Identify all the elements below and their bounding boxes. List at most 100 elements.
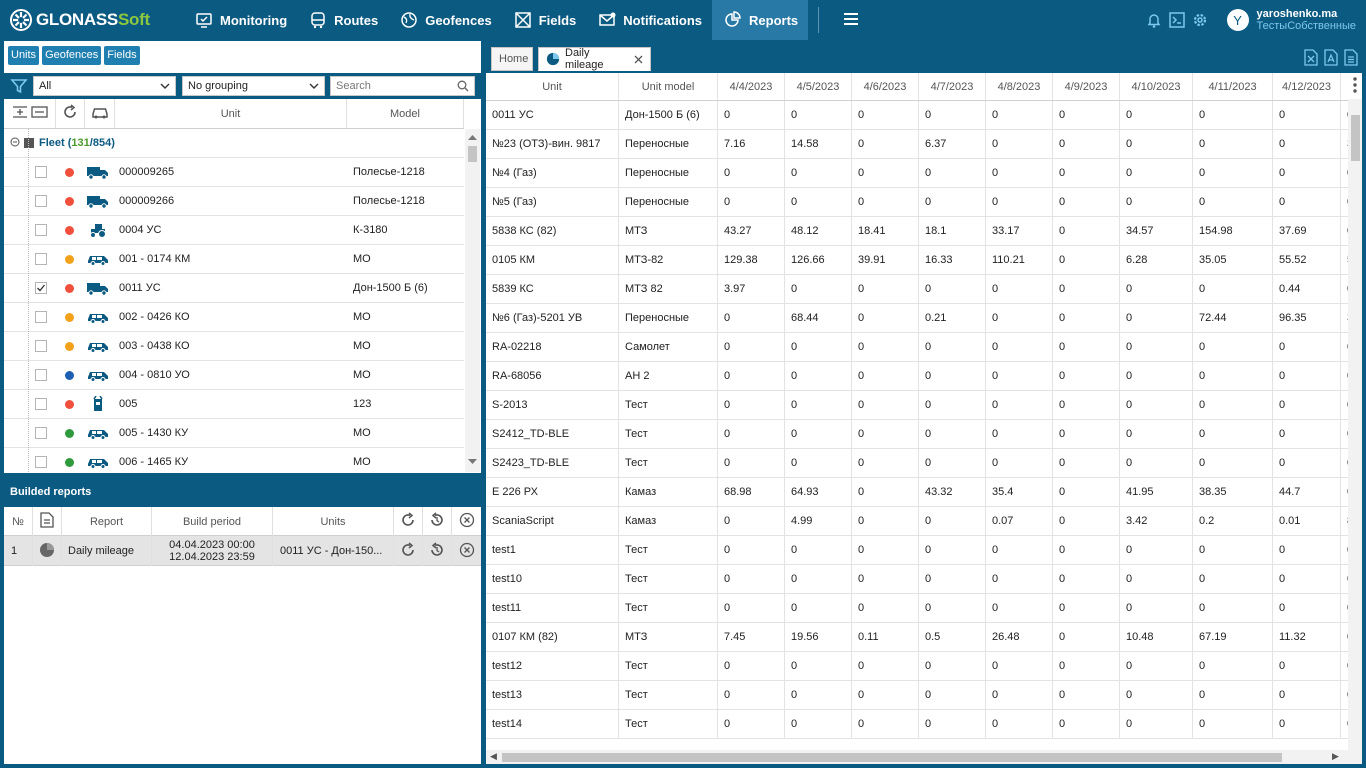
bell-icon[interactable] [1144, 10, 1164, 30]
nav-fields[interactable]: Fields [502, 0, 587, 40]
report-row[interactable]: 0107 КМ (82) МТЗ 7.45 19.56 0.11 0.5 26.48 0 10.… [486, 623, 1348, 652]
menu-button[interactable] [831, 0, 871, 40]
col-date[interactable]: 4/4/2023 [718, 73, 785, 100]
report-row[interactable]: S2412_TD-BLEТест0000000000 [486, 420, 1348, 449]
report-row[interactable]: test11Тест0000000000 [486, 594, 1348, 623]
unit-checkbox[interactable] [35, 224, 47, 236]
report-row[interactable]: 5839 КСМТЗ 823.9700000000.440 [486, 275, 1348, 304]
column-menu-button[interactable] [1348, 73, 1362, 99]
report-vertical-scrollbar[interactable] [1348, 73, 1362, 750]
report-row[interactable]: №5 (Газ)Переносные0000000000 [486, 188, 1348, 217]
document-export-icon[interactable] [1344, 49, 1358, 69]
scrollbar-thumb[interactable] [502, 753, 1282, 762]
collapse-icon[interactable] [10, 137, 20, 150]
unit-checkbox[interactable] [35, 166, 47, 178]
scrollbar-thumb[interactable] [1351, 115, 1360, 161]
excel-icon[interactable] [1304, 49, 1318, 69]
unit-checkbox[interactable] [35, 282, 47, 294]
report-row[interactable]: №6 (Газ)-5201 УВ Переносные 0 68.44 0 0.21 0 0 0… [486, 304, 1348, 333]
unit-checkbox[interactable] [35, 456, 47, 468]
tab-units[interactable]: Units [8, 46, 40, 65]
col-date[interactable]: 4/11/2023 [1193, 73, 1273, 100]
col-unit[interactable]: Unit [115, 99, 347, 128]
unit-row[interactable]: 003 - 0438 КО МО [4, 332, 464, 361]
fleet-partial-checkbox[interactable] [24, 138, 34, 148]
col-unit[interactable]: Unit [486, 73, 619, 100]
filter-icon[interactable] [10, 77, 28, 98]
col-date[interactable]: 4/10/2023 [1120, 73, 1193, 100]
avatar[interactable]: Y [1226, 9, 1249, 31]
nav-monitoring[interactable]: Monitoring [183, 0, 297, 40]
unit-checkbox[interactable] [35, 195, 47, 207]
grouping-select[interactable]: No grouping [182, 76, 325, 96]
report-row[interactable]: 5838 КС (82) МТЗ 43.27 48.12 18.41 18.1 33.17 0… [486, 217, 1348, 246]
fleet-group-row[interactable]: Fleet (131/854) [4, 129, 464, 158]
close-circle-icon[interactable] [459, 542, 475, 561]
report-row[interactable]: S2423_TD-BLEТест0000000000 [486, 449, 1348, 478]
unit-row[interactable]: 001 - 0174 КМ МО [4, 245, 464, 274]
unit-row[interactable]: 005 - 1430 КУ МО [4, 419, 464, 448]
scroll-down-icon[interactable] [468, 456, 477, 468]
report-row[interactable]: RA-68056АН 20000000000 [486, 362, 1348, 391]
col-date[interactable]: 4/5/2023 [785, 73, 852, 100]
expand-collapse-icon[interactable] [11, 103, 49, 124]
user-info[interactable]: yaroshenko.ma ТестыСобственные [1257, 8, 1356, 32]
scroll-left-icon[interactable]: ◀ [490, 751, 497, 762]
unit-checkbox[interactable] [35, 369, 47, 381]
unit-checkbox[interactable] [35, 427, 47, 439]
col-date[interactable]: 4/12/2023 [1273, 73, 1341, 100]
report-row[interactable]: 0105 КМ МТЗ-82 129.38 126.66 39.91 16.33 110.2… [486, 246, 1348, 275]
report-row[interactable]: RA-02218Самолет0000000000 [486, 333, 1348, 362]
history-icon[interactable] [429, 541, 445, 561]
nav-reports[interactable]: Reports [712, 0, 809, 40]
unit-checkbox[interactable] [35, 398, 47, 410]
report-row[interactable]: test13Тест0000000000 [486, 681, 1348, 710]
unit-checkbox[interactable] [35, 340, 47, 352]
tab-home[interactable]: Home [491, 47, 533, 71]
col-date[interactable]: 4/8/2023 [986, 73, 1053, 100]
refresh-icon[interactable] [62, 104, 78, 123]
report-row[interactable]: 0011 УСДон-1500 Б (6)0000000000 [486, 101, 1348, 130]
report-row[interactable]: №23 (ОТЗ)-вин. 9817 Переносные 7.16 14.58 0 6… [486, 130, 1348, 159]
report-row[interactable]: ScaniaScript Камаз 0 4.99 0 0 0.07 0 3.42 0.2 0.01… [486, 507, 1348, 536]
col-date[interactable]: 4/9/2023 [1053, 73, 1120, 100]
builded-report-row[interactable]: 1 Daily mileage 04.04.2023 00:00 12.04.2… [4, 536, 481, 566]
report-row[interactable]: Е 226 РХ Камаз 68.98 64.93 0 43.32 35.4 0 41.95 3… [486, 478, 1348, 507]
unit-checkbox[interactable] [35, 253, 47, 265]
scrollbar-thumb[interactable] [468, 146, 477, 162]
scroll-up-icon[interactable] [468, 131, 477, 143]
col-date[interactable]: 4/6/2023 [852, 73, 919, 100]
col-model[interactable]: Model [347, 99, 464, 128]
report-row[interactable]: S-2013Тест0000000000 [486, 391, 1348, 420]
unit-row[interactable]: 004 - 0810 УО МО [4, 361, 464, 390]
unit-row[interactable]: 000009265 Полесье-1218 [4, 158, 464, 187]
status-select[interactable]: All [33, 76, 176, 96]
unit-row[interactable]: 0004 УС К-3180 [4, 216, 464, 245]
unit-checkbox[interactable] [35, 311, 47, 323]
col-unit-model[interactable]: Unit model [619, 73, 718, 100]
terminal-icon[interactable] [1167, 10, 1187, 30]
close-circle-icon[interactable] [459, 512, 475, 531]
unit-row[interactable]: 006 - 1465 КУ МО [4, 448, 464, 472]
report-row[interactable]: №4 (Газ)Переносные0000000000 [486, 159, 1348, 188]
refresh-icon[interactable] [400, 512, 416, 531]
gear-icon[interactable] [1190, 10, 1210, 30]
search-input[interactable]: Search [330, 76, 475, 96]
unit-row[interactable]: 002 - 0426 КО МО [4, 303, 464, 332]
report-row[interactable]: test1Тест0000000000 [486, 536, 1348, 565]
refresh-icon[interactable] [400, 541, 416, 561]
unit-row[interactable]: 000009266 Полесье-1218 [4, 187, 464, 216]
app-logo[interactable]: GLONASS Soft [10, 8, 150, 32]
col-date[interactable]: 4/7/2023 [919, 73, 986, 100]
nav-geofences[interactable]: Geofences [388, 0, 501, 40]
scroll-right-icon[interactable]: ▶ [1332, 751, 1339, 762]
report-row[interactable]: test14Тест0000000000 [486, 710, 1348, 739]
report-row[interactable]: test12Тест0000000000 [486, 652, 1348, 681]
nav-routes[interactable]: Routes [297, 0, 388, 40]
units-scrollbar[interactable] [465, 129, 480, 472]
tab-daily-mileage[interactable]: Daily mileage [538, 47, 651, 71]
report-row[interactable]: test10Тест0000000000 [486, 565, 1348, 594]
history-icon[interactable] [429, 512, 445, 531]
close-icon[interactable] [634, 55, 643, 64]
nav-notifications[interactable]: Notifications [586, 0, 712, 40]
